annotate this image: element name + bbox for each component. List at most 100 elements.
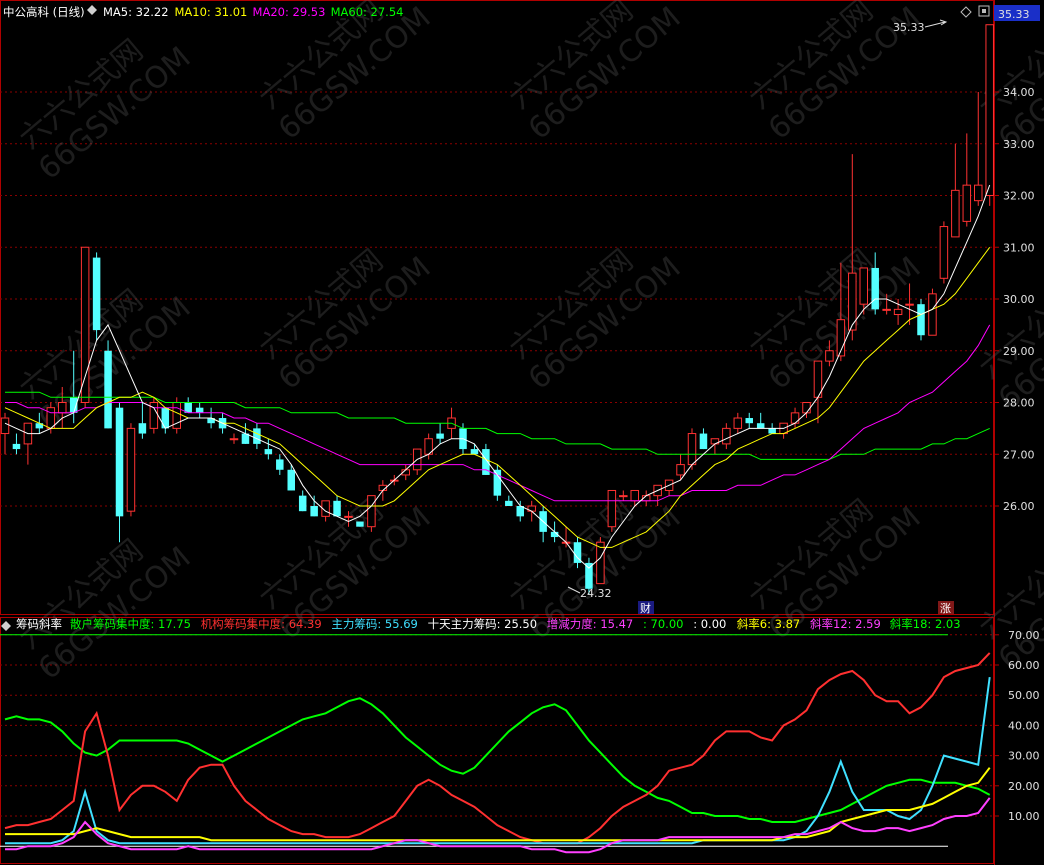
candle-body [356, 521, 364, 527]
candle-body [264, 449, 273, 455]
candle[interactable] [516, 500, 525, 522]
candle[interactable] [276, 454, 284, 475]
candle-body [687, 433, 697, 466]
candle-body [825, 350, 834, 362]
candle-body [505, 500, 513, 506]
candle-body [917, 304, 925, 336]
candle[interactable] [607, 489, 617, 532]
candle-body [253, 428, 261, 444]
candle[interactable] [790, 407, 800, 429]
sub-legend-item: 主力筹码: 55.69 [331, 617, 417, 631]
candle[interactable] [733, 412, 743, 434]
candle-body [928, 293, 937, 336]
candle[interactable] [722, 423, 731, 450]
candle[interactable] [493, 464, 502, 501]
candle[interactable] [699, 428, 708, 450]
candle[interactable] [229, 433, 239, 444]
sub-menu-icon[interactable] [1, 621, 11, 631]
stock-chart[interactable]: 六六公式网66GSW.COM 六六公式网66GSW.COM 六六公式网66GSW.C… [0, 0, 1044, 865]
candle-body [12, 443, 21, 450]
candle[interactable] [138, 402, 147, 439]
y-tick-label-sub: 60.00 [1008, 659, 1040, 672]
ma-legend-item: MA20: 29.53 [253, 5, 326, 19]
candle[interactable] [298, 490, 307, 512]
candle[interactable] [253, 423, 261, 450]
candle[interactable] [985, 24, 994, 206]
candle[interactable] [126, 423, 136, 517]
sub-legend-item: 增减力度: 15.47 [547, 617, 633, 631]
candle[interactable] [367, 495, 376, 532]
sub-legend: 散户筹码集中度: 17.75 机构筹码集中度: 64.39 主力筹码: 55.69 十… [1, 617, 961, 631]
y-tick-label-sub: 10.00 [1008, 810, 1040, 823]
watermarks: 六六公式网66GSW.COM 六六公式网66GSW.COM 六六公式网66GSW.C… [13, 0, 1044, 687]
y-tick-label-main: 30.00 [1003, 293, 1035, 306]
candle-body [126, 427, 136, 512]
candle[interactable] [470, 443, 479, 455]
candle-body [161, 407, 170, 429]
watermark: 六六公式网66GSW.COM [13, 33, 198, 187]
candle[interactable] [951, 143, 960, 238]
candle-body [985, 24, 994, 196]
candle[interactable] [436, 423, 444, 444]
candle[interactable] [779, 422, 788, 439]
candle-body [80, 246, 90, 403]
ma-legend-item: MA60: 27.54 [331, 5, 404, 19]
candle-body [195, 407, 204, 413]
watermark: 六六公式网66GSW.COM [13, 283, 198, 437]
candle-body [951, 189, 960, 238]
candle[interactable] [12, 433, 21, 455]
candle-body [722, 427, 731, 445]
candle-body [367, 495, 376, 528]
y-tick-label-main: 31.00 [1003, 241, 1035, 254]
candle[interactable] [310, 495, 318, 517]
candle-body [344, 515, 353, 518]
y-tick-label-sub: 20.00 [1008, 780, 1040, 793]
y-tick-label-main: 27.00 [1003, 448, 1035, 461]
candle[interactable] [333, 495, 341, 517]
candle[interactable] [115, 402, 124, 543]
candle[interactable] [917, 299, 925, 341]
y-tick-label-main: 32.00 [1003, 190, 1035, 203]
legend-menu-icon[interactable] [87, 5, 97, 15]
candle-body [733, 417, 743, 429]
price-box-text: 35.33 [998, 8, 1030, 21]
main-ma-legend: MA5: 32.22 MA10: 31.01 MA20: 29.53 MA60: 27… [87, 5, 403, 19]
sub-gridlines [0, 634, 994, 817]
candle-body [333, 500, 341, 517]
candle[interactable] [184, 397, 192, 413]
main-title: 中公高科 (日线) [3, 5, 85, 19]
candle-body [436, 433, 444, 439]
candle[interactable] [92, 252, 101, 341]
candle[interactable] [939, 221, 949, 284]
y-axis-main: 26.00 27.00 28.00 29.00 30.00 31.00 32.00 33.00… [994, 86, 1035, 513]
candle[interactable] [505, 495, 513, 506]
candle[interactable] [23, 422, 33, 465]
candle-body [630, 489, 639, 502]
candle-body [768, 428, 776, 434]
y-tick-label-sub: 30.00 [1008, 750, 1040, 763]
candle[interactable] [962, 133, 972, 227]
candle[interactable] [264, 438, 273, 460]
candle[interactable] [195, 402, 204, 419]
candle[interactable] [664, 479, 674, 496]
candle-body [92, 257, 101, 331]
candle[interactable] [104, 340, 112, 429]
candle-body [287, 469, 295, 491]
candle-body [974, 184, 983, 202]
candle[interactable] [745, 412, 754, 429]
diamond-icon[interactable] [960, 6, 972, 18]
candle-body [229, 438, 239, 441]
candle-body [745, 418, 753, 424]
candle[interactable] [687, 428, 697, 470]
candle[interactable] [756, 412, 765, 429]
candle[interactable] [0, 412, 10, 455]
candle[interactable] [356, 521, 364, 527]
candle[interactable] [928, 288, 937, 336]
candle[interactable] [161, 407, 170, 434]
watermark: 六六公式网66GSW.COM [503, 0, 688, 147]
zhang-badge-text: 涨 [940, 602, 951, 615]
candle-body [138, 423, 147, 434]
candle-body [115, 407, 124, 517]
y-tick-label-main: 28.00 [1003, 397, 1035, 410]
candle[interactable] [149, 397, 159, 434]
